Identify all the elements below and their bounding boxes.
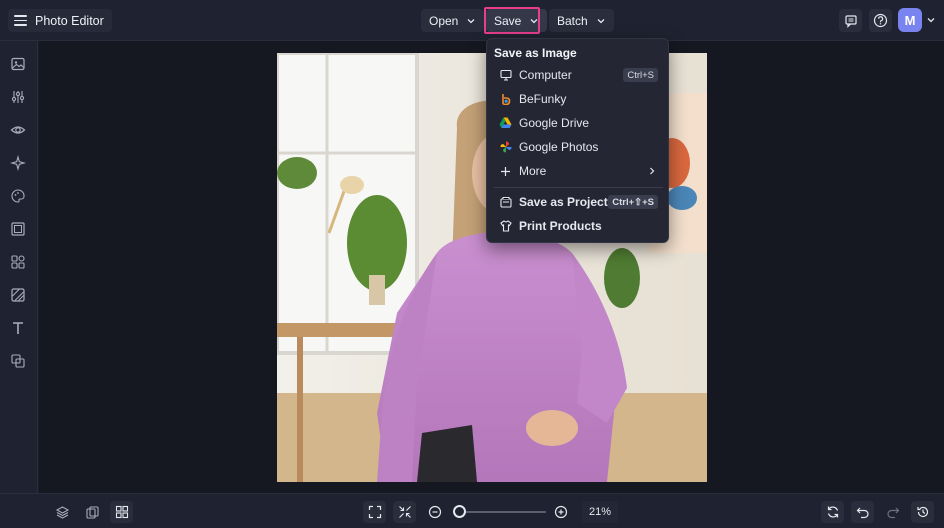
redo-button[interactable] <box>881 501 904 523</box>
print-products-item[interactable]: Print Products <box>487 215 670 237</box>
layers-button[interactable] <box>51 501 74 523</box>
menu-divider <box>494 187 663 188</box>
hamburger-icon <box>14 15 27 26</box>
batch-dropdown[interactable]: Batch <box>549 9 614 32</box>
save-as-project-item[interactable]: Save as Project Ctrl+⇧+S <box>487 191 670 213</box>
save-to-google-drive-item[interactable]: Google Drive <box>487 112 670 134</box>
adjust-sliders-icon[interactable] <box>9 88 27 106</box>
save-to-befunky-item[interactable]: BeFunky <box>487 88 670 110</box>
frame-icon[interactable] <box>9 220 27 238</box>
compare-icon <box>86 505 99 519</box>
help-button[interactable] <box>869 9 892 32</box>
more-label: More <box>519 164 547 178</box>
zoom-in-icon[interactable] <box>554 505 568 519</box>
more-destinations-item[interactable]: More <box>487 160 670 182</box>
redo-icon <box>886 507 899 519</box>
grid-icon <box>115 505 128 519</box>
print-products-label: Print Products <box>519 219 602 233</box>
help-icon <box>873 13 888 28</box>
history-icon <box>916 506 928 518</box>
chevron-right-icon <box>650 167 655 175</box>
google-photos-icon <box>499 141 512 154</box>
monitor-icon <box>499 69 512 82</box>
tools-sidebar <box>0 41 38 493</box>
chevron-down-icon <box>597 18 605 23</box>
computer-label: Computer <box>519 68 572 82</box>
save-as-project-label: Save as Project <box>519 195 608 209</box>
open-dropdown[interactable]: Open <box>421 9 485 32</box>
app-title: Photo Editor <box>35 13 104 28</box>
zoom-slider-track[interactable] <box>458 511 546 513</box>
palette-icon[interactable] <box>9 187 27 205</box>
fit-to-screen-button[interactable] <box>363 501 386 523</box>
plus-icon <box>499 165 512 178</box>
save-highlight-box <box>484 7 540 34</box>
befunky-label: BeFunky <box>519 92 567 106</box>
save-as-project-shortcut: Ctrl+⇧+S <box>608 195 658 209</box>
open-label: Open <box>429 13 459 28</box>
tshirt-icon <box>499 220 512 233</box>
refresh-icon <box>827 506 838 518</box>
zoom-slider-handle[interactable] <box>453 505 466 518</box>
zoom-level[interactable]: 21% <box>582 501 618 523</box>
reset-button[interactable] <box>821 501 844 523</box>
chevron-down-icon <box>467 18 475 23</box>
layers-icon <box>55 505 70 519</box>
compare-button[interactable] <box>81 501 104 523</box>
user-avatar[interactable]: M <box>898 8 922 32</box>
overlay-icon[interactable] <box>9 352 27 370</box>
actual-size-button[interactable] <box>393 501 416 523</box>
app-menu-button[interactable]: Photo Editor <box>8 9 112 32</box>
zoom-out-icon[interactable] <box>428 505 442 519</box>
save-menu: Save as Image Computer Ctrl+S BeFunky Go… <box>486 38 669 243</box>
comment-icon <box>844 14 857 28</box>
undo-button[interactable] <box>851 501 874 523</box>
save-as-image-heading: Save as Image <box>494 46 577 60</box>
image-icon[interactable] <box>9 55 27 73</box>
texture-icon[interactable] <box>9 286 27 304</box>
google-drive-label: Google Drive <box>519 116 590 130</box>
expand-icon <box>368 505 381 519</box>
eye-icon[interactable] <box>9 121 27 139</box>
befunky-logo-icon <box>499 93 512 106</box>
save-to-google-photos-item[interactable]: Google Photos <box>487 136 670 158</box>
sparkle-effects-icon[interactable] <box>9 154 27 172</box>
bottom-bar: 21% <box>0 493 944 528</box>
shrink-icon <box>398 506 411 518</box>
text-icon[interactable] <box>9 319 27 337</box>
project-folder-icon <box>499 196 512 209</box>
google-photos-label: Google Photos <box>519 140 599 154</box>
undo-icon <box>856 507 869 519</box>
google-drive-icon <box>499 117 512 130</box>
history-button[interactable] <box>911 501 934 523</box>
chevron-down-icon[interactable] <box>926 15 936 25</box>
comments-button[interactable] <box>839 9 862 32</box>
top-bar: Photo Editor Open Save Batch M <box>0 0 944 41</box>
grid-view-button[interactable] <box>110 501 133 523</box>
save-to-computer-item[interactable]: Computer Ctrl+S <box>487 64 670 86</box>
graphics-shapes-icon[interactable] <box>9 253 27 271</box>
computer-shortcut: Ctrl+S <box>623 68 658 82</box>
batch-label: Batch <box>557 13 588 28</box>
